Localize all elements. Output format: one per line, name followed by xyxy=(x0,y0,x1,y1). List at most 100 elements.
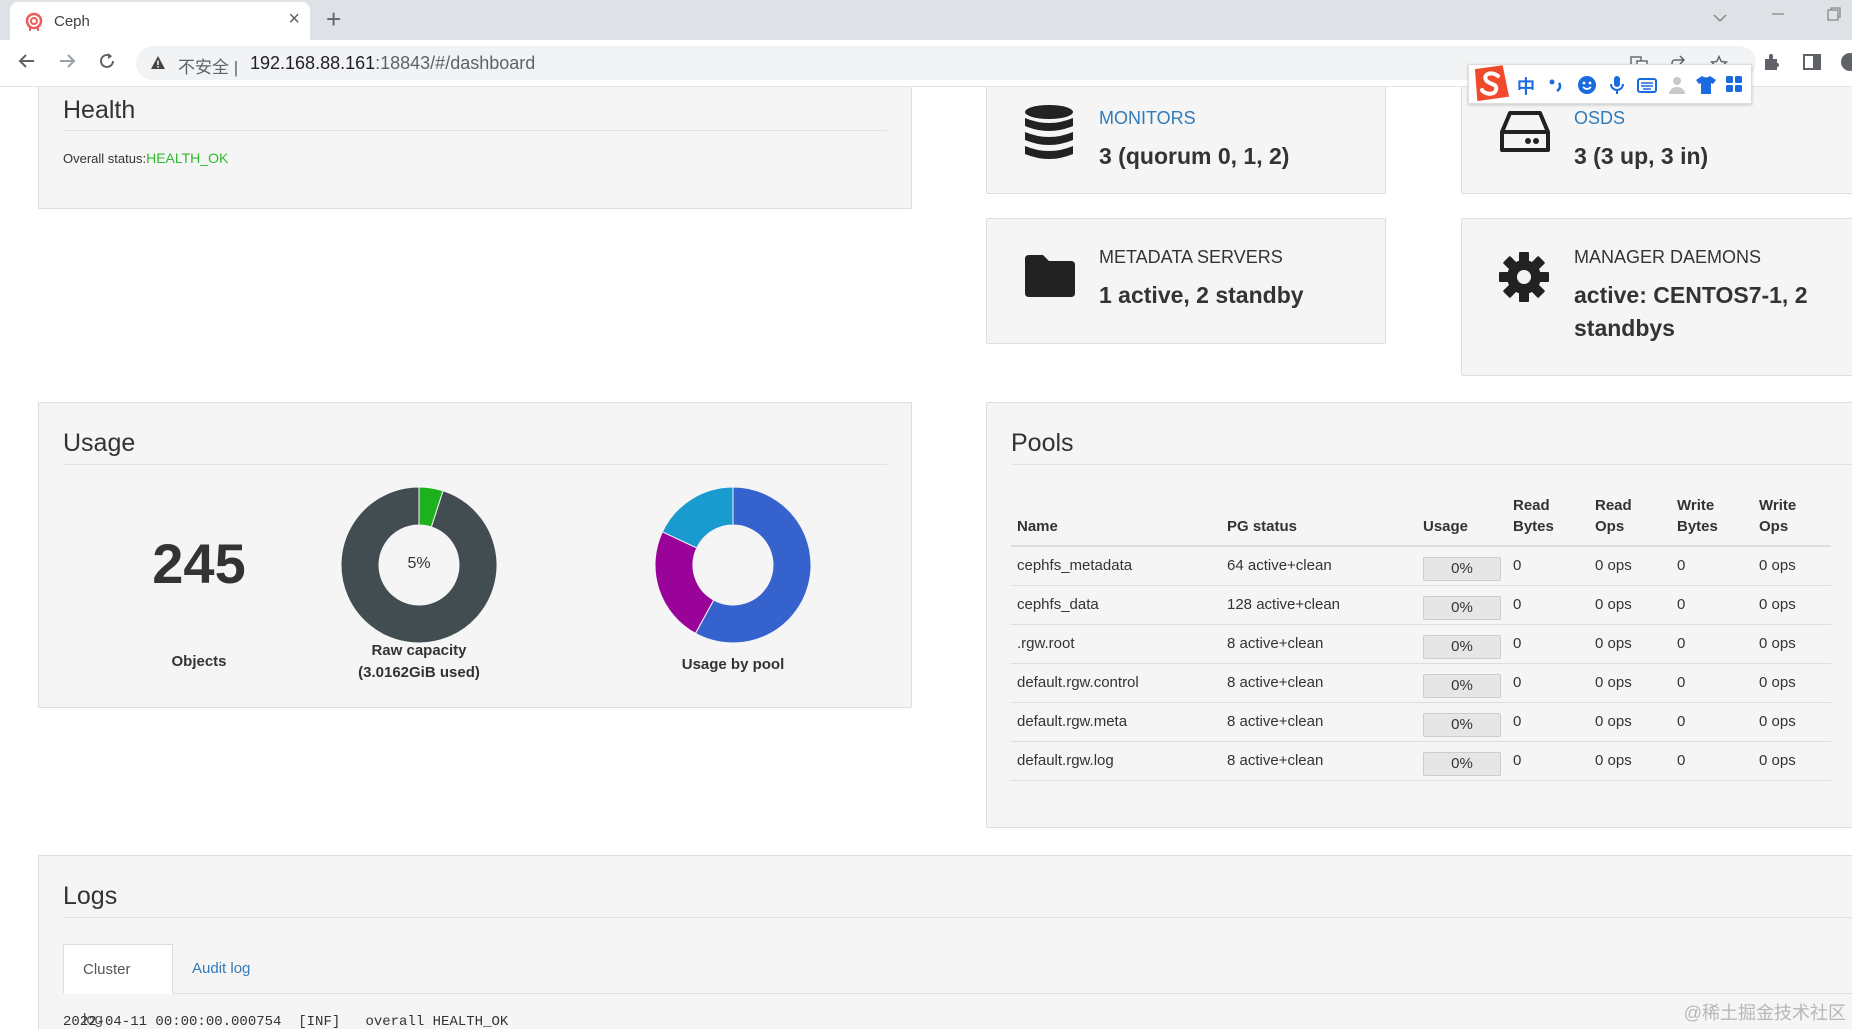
col-write-ops-header[interactable]: Write Ops xyxy=(1753,491,1831,547)
table-row: .rgw.root 8 active+clean 0% 0 0 ops 0 0 … xyxy=(1011,624,1831,664)
col-read-ops-header[interactable]: Read Ops xyxy=(1589,491,1671,547)
pool-usage-bar: 0% xyxy=(1423,595,1501,620)
table-row: cephfs_data 128 active+clean 0% 0 0 ops … xyxy=(1011,585,1831,625)
tab-audit-log[interactable]: Audit log xyxy=(173,944,269,994)
overall-status: Overall status:HEALTH_OK xyxy=(63,150,228,168)
logs-title: Logs xyxy=(63,882,118,910)
pool-pg-status: 64 active+clean xyxy=(1221,546,1417,586)
pool-name: cephfs_metadata xyxy=(1011,546,1221,586)
raw-capacity-caption: Raw capacity (3.0162GiB used) xyxy=(339,640,499,684)
pool-read-ops: 0 ops xyxy=(1589,624,1671,664)
objects-count: 245 xyxy=(152,532,246,595)
tab-close-icon[interactable]: × xyxy=(288,9,300,29)
health-title: Health xyxy=(63,96,136,124)
pool-write-bytes: 0 xyxy=(1671,663,1753,703)
pool-usage-cell: 0% xyxy=(1417,663,1507,703)
microphone-icon[interactable] xyxy=(1607,75,1627,100)
logs-panel: Logs Cluster log Audit log 2022-04-11 00… xyxy=(38,855,1852,1029)
table-row: cephfs_metadata 64 active+clean 0% 0 0 o… xyxy=(1011,546,1831,586)
raw-capacity-used: (3.0162GiB used) xyxy=(358,664,480,681)
overall-status-value: HEALTH_OK xyxy=(146,150,229,166)
col-write-bytes-header[interactable]: Write Bytes xyxy=(1671,491,1753,547)
user-icon[interactable] xyxy=(1667,75,1687,100)
punctuation-icon[interactable] xyxy=(1547,75,1565,100)
new-tab-button[interactable]: + xyxy=(326,5,341,33)
database-icon xyxy=(1023,104,1075,169)
pools-panel: Pools Name PG status Usage Read Bytes Re… xyxy=(986,402,1852,828)
folder-icon xyxy=(1023,253,1077,304)
pools-table: Name PG status Usage Read Bytes Read Ops… xyxy=(1011,491,1831,781)
pool-read-bytes: 0 xyxy=(1507,663,1589,703)
pool-usage-cell: 0% xyxy=(1417,741,1507,781)
log-line: 2022-04-11 00:00:00.000754 [INF] overall… xyxy=(63,1014,509,1029)
ime-chinese-mode[interactable]: 中 xyxy=(1517,73,1535,99)
usage-title: Usage xyxy=(63,429,136,457)
pools-title: Pools xyxy=(1011,429,1074,457)
monitors-value: 3 (quorum 0, 1, 2) xyxy=(1099,143,1290,169)
sogou-logo-icon[interactable] xyxy=(1471,63,1511,108)
pool-usage-cell: 0% xyxy=(1417,624,1507,664)
tab-cluster-log[interactable]: Cluster log xyxy=(63,944,173,1028)
skin-shirt-icon[interactable] xyxy=(1695,75,1717,100)
monitors-label[interactable]: MONITORS xyxy=(1099,108,1196,129)
reload-icon[interactable] xyxy=(96,50,118,77)
col-usage-header[interactable]: Usage xyxy=(1417,491,1507,547)
logs-divider xyxy=(63,917,1852,918)
browser-tab-strip: Ceph × + xyxy=(0,0,1852,40)
health-panel: Health Overall status:HEALTH_OK xyxy=(38,87,912,209)
pool-pg-status: 8 active+clean xyxy=(1221,624,1417,664)
usage-divider xyxy=(63,464,887,465)
col-pg-status-header[interactable]: PG status xyxy=(1221,491,1417,547)
pool-usage-bar: 0% xyxy=(1423,556,1501,581)
pool-write-ops: 0 ops xyxy=(1753,741,1831,781)
manager-daemons-label: MANAGER DAEMONS xyxy=(1574,247,1762,267)
warning-triangle-icon[interactable] xyxy=(150,55,166,76)
side-panel-icon[interactable] xyxy=(1802,52,1822,77)
pool-read-bytes: 0 xyxy=(1507,546,1589,586)
usage-by-pool-caption: Usage by pool xyxy=(681,656,785,673)
extensions-icon[interactable] xyxy=(1762,52,1782,77)
pool-usage-cell: 0% xyxy=(1417,585,1507,625)
pool-write-bytes: 0 xyxy=(1671,741,1753,781)
monitors-tile: MONITORS 3 (quorum 0, 1, 2) xyxy=(986,87,1386,194)
pool-read-ops: 0 ops xyxy=(1589,585,1671,625)
usage-by-pool-donut xyxy=(655,487,811,643)
metadata-servers-label: METADATA SERVERS xyxy=(1099,247,1283,267)
pool-write-ops: 0 ops xyxy=(1753,546,1831,586)
browser-tab-ceph[interactable]: Ceph × xyxy=(10,2,310,40)
col-read-bytes-header[interactable]: Read Bytes xyxy=(1507,491,1589,547)
url-path: :18843/#/dashboard xyxy=(375,53,536,73)
pools-divider xyxy=(1011,464,1852,465)
emoji-icon[interactable] xyxy=(1577,75,1597,100)
tab-title: Ceph xyxy=(54,13,90,30)
pool-read-ops: 0 ops xyxy=(1589,663,1671,703)
back-arrow-icon[interactable] xyxy=(16,50,38,77)
pool-usage-cell: 0% xyxy=(1417,546,1507,586)
forward-arrow-icon[interactable] xyxy=(56,50,78,77)
profile-avatar-icon[interactable] xyxy=(1840,52,1852,77)
metadata-servers-value: 1 active, 2 standby xyxy=(1099,282,1304,308)
pool-usage-cell: 0% xyxy=(1417,702,1507,742)
pool-read-ops: 0 ops xyxy=(1589,702,1671,742)
toolbox-grid-icon[interactable] xyxy=(1725,75,1743,98)
hard-drive-icon xyxy=(1500,110,1550,159)
chevron-down-icon[interactable] xyxy=(1712,10,1728,26)
watermark: @稀土掘金技术社区 xyxy=(1683,1003,1846,1023)
table-row: default.rgw.meta 8 active+clean 0% 0 0 o… xyxy=(1011,702,1831,742)
osds-label[interactable]: OSDS xyxy=(1574,108,1625,129)
restore-icon[interactable] xyxy=(1826,6,1842,25)
col-name-header[interactable]: Name xyxy=(1011,491,1221,547)
pool-write-bytes: 0 xyxy=(1671,585,1753,625)
table-row: default.rgw.control 8 active+clean 0% 0 … xyxy=(1011,663,1831,703)
metadata-servers-tile: METADATA SERVERS 1 active, 2 standby xyxy=(986,218,1386,344)
pool-read-bytes: 0 xyxy=(1507,702,1589,742)
minimize-icon[interactable] xyxy=(1770,6,1786,25)
pool-write-ops: 0 ops xyxy=(1753,585,1831,625)
ime-toolbar: 中 xyxy=(1468,64,1752,104)
health-divider xyxy=(63,130,887,131)
gear-icon xyxy=(1498,251,1550,308)
keyboard-icon[interactable] xyxy=(1637,75,1657,100)
dashboard-page: Health Overall status:HEALTH_OK MONITORS… xyxy=(0,87,1852,1029)
raw-capacity-percent: 5% xyxy=(407,555,431,572)
pool-name: default.rgw.meta xyxy=(1011,702,1221,742)
